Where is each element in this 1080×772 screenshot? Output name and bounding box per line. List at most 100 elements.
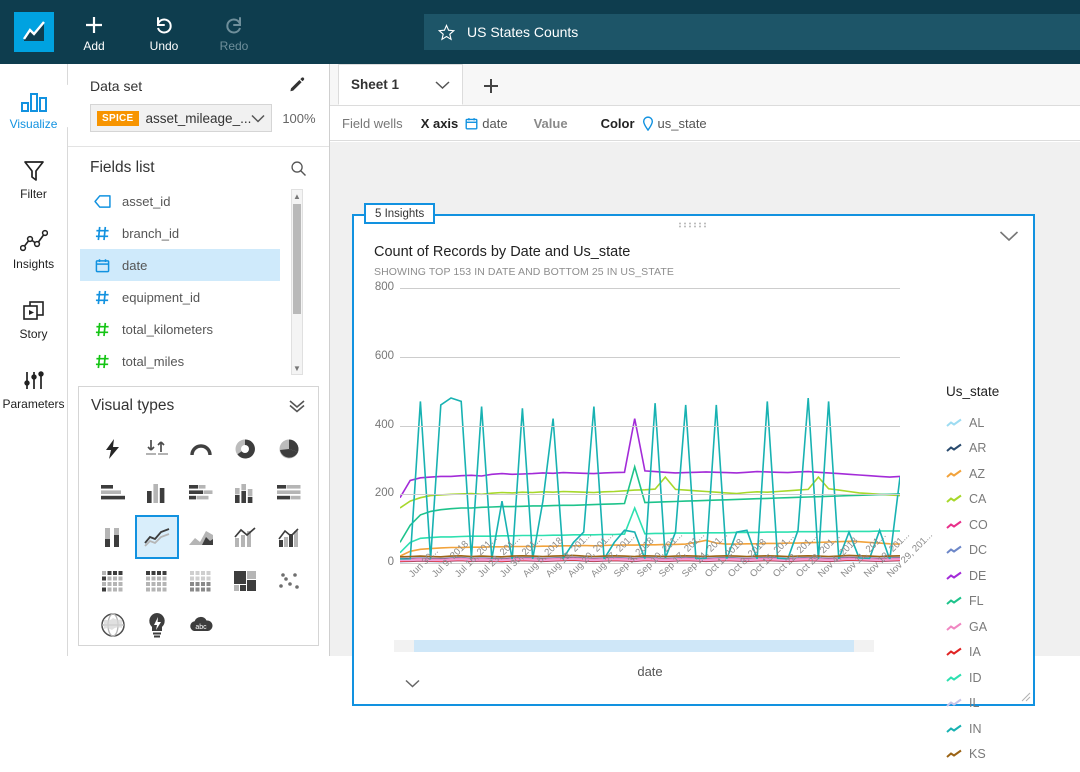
visual-type-pivot-table[interactable] [135, 559, 179, 603]
visual-type-donut[interactable] [223, 427, 267, 471]
dataset-spice-percent: 100% [282, 111, 315, 126]
dataset-select[interactable]: SPICE asset_mileage_... [90, 104, 272, 132]
visual-type-combo-bar-line[interactable] [223, 515, 267, 559]
drag-grip-icon[interactable] [678, 222, 710, 228]
legend-swatch-icon [946, 673, 962, 683]
sidebar-item-parameters[interactable]: Parameters [0, 356, 67, 418]
quicksight-logo-icon[interactable] [14, 12, 54, 52]
visual-type-kpi[interactable] [135, 427, 179, 471]
visual-type-vertical-bar[interactable] [135, 471, 179, 515]
field-well-color[interactable]: Color us_state [601, 116, 707, 131]
analysis-title-bar[interactable]: US States Counts Autos [424, 14, 1080, 50]
chevron-double-down-icon[interactable] [288, 399, 306, 413]
legend-item-al[interactable]: AL [946, 410, 1036, 436]
insights-badge[interactable]: 5 Insights [364, 203, 435, 224]
legend-item-id[interactable]: ID [946, 665, 1036, 691]
field-well-x-axis[interactable]: X axis date [421, 116, 508, 131]
legend-item-ky[interactable]: KY [946, 767, 1036, 772]
sidebar-item-insights[interactable]: Insights [0, 216, 67, 278]
visual-type-scatter-plot[interactable] [267, 559, 311, 603]
field-well-value-label: Value [534, 116, 568, 131]
sidebar-item-visualize-label: Visualize [10, 117, 58, 131]
field-well-value[interactable]: Value [534, 116, 575, 131]
chart-legend[interactable]: Us_state ALARAZCACODCDEFLGAIAIDILINKSKY [946, 384, 1036, 772]
field-row[interactable]: total_miles [80, 345, 280, 377]
legend-swatch-icon [946, 698, 962, 708]
star-icon[interactable] [438, 24, 455, 41]
field-row[interactable]: branch_id [80, 217, 280, 249]
gridline [400, 494, 900, 495]
main-area: Sheet 1 Field wells X axis date Value Co… [330, 64, 1080, 656]
scroll-up-icon[interactable]: ▲ [292, 190, 302, 202]
field-row[interactable]: total_kilometers [80, 313, 280, 345]
visual-subtitle: SHOWING TOP 153 IN DATE AND BOTTOM 25 IN… [374, 266, 674, 278]
legend-item-az[interactable]: AZ [946, 461, 1036, 487]
visual-type-combo-stacked[interactable] [267, 515, 311, 559]
visual-type-horizontal-stacked-100-bar[interactable] [267, 471, 311, 515]
visual-type-horizontal-stacked-bar[interactable] [179, 471, 223, 515]
visual-type-area-chart[interactable] [179, 515, 223, 559]
top-toolbar: Add Undo Redo US States Counts Autos [0, 0, 1080, 64]
sidebar-item-filter[interactable]: Filter [0, 146, 67, 208]
chevron-down-icon [251, 114, 265, 123]
legend-label: CO [969, 518, 988, 532]
visual-type-vertical-stacked-bar[interactable] [223, 471, 267, 515]
add-sheet-button[interactable] [481, 76, 501, 96]
x-axis-field-label: date [637, 664, 662, 679]
chevron-down-icon[interactable] [435, 80, 450, 90]
field-name: total_kilometers [122, 322, 213, 337]
legend-item-ga[interactable]: GA [946, 614, 1036, 640]
visual-menu-chevron-down-icon[interactable] [999, 230, 1019, 242]
visual-type-heatmap[interactable] [91, 559, 135, 603]
plot-area[interactable]: 0200400600800 [400, 288, 900, 563]
hash-icon [90, 354, 114, 369]
legend-swatch-icon [946, 469, 962, 479]
visual-type-line-chart[interactable] [135, 515, 179, 559]
visual-type-horizontal-bar[interactable] [91, 471, 135, 515]
redo-button[interactable]: Redo [204, 12, 264, 53]
legend-item-in[interactable]: IN [946, 716, 1036, 742]
x-axis-field-button[interactable]: date [400, 664, 900, 688]
field-row[interactable]: asset_id [80, 185, 280, 217]
legend-item-ar[interactable]: AR [946, 436, 1036, 462]
calendar-icon [465, 117, 478, 130]
tab-sheet-1[interactable]: Sheet 1 [338, 64, 463, 105]
chart-horizontal-scrollbar[interactable] [394, 640, 874, 652]
legend-item-ks[interactable]: KS [946, 742, 1036, 768]
visual-type-gauge[interactable] [179, 427, 223, 471]
resize-handle-icon[interactable] [1021, 692, 1031, 702]
search-icon[interactable] [290, 160, 307, 177]
fields-list-scrollbar[interactable]: ▲ ▼ [291, 189, 303, 375]
visual-type-geospatial-map[interactable] [91, 603, 135, 647]
undo-button-label: Undo [150, 39, 179, 53]
visual-type-autograph[interactable] [91, 427, 135, 471]
dataset-section: Data set SPICE asset_mileage_... 100% [68, 64, 329, 140]
legend-item-fl[interactable]: FL [946, 589, 1036, 615]
visual-container[interactable]: Count of Records by Date and Us_state SH… [352, 214, 1035, 706]
visual-type-word-cloud[interactable]: abc [179, 603, 223, 647]
visual-type-vertical-stacked-100-bar[interactable] [91, 515, 135, 559]
legend-item-ca[interactable]: CA [946, 487, 1036, 513]
scrollbar-thumb[interactable] [414, 640, 854, 652]
fields-list[interactable]: asset_id branch_id date equipment_id [68, 185, 329, 381]
visual-type-pie[interactable] [267, 427, 311, 471]
legend-item-dc[interactable]: DC [946, 538, 1036, 564]
sidebar-item-story[interactable]: Story [0, 286, 67, 348]
legend-item-de[interactable]: DE [946, 563, 1036, 589]
pencil-icon[interactable] [289, 76, 305, 92]
legend-item-co[interactable]: CO [946, 512, 1036, 538]
field-row[interactable]: equipment_id [80, 281, 280, 313]
field-row-date[interactable]: date [80, 249, 280, 281]
dataset-row: SPICE asset_mileage_... 100% [90, 104, 315, 132]
visual-type-insight[interactable] [135, 603, 179, 647]
visual-type-treemap[interactable] [223, 559, 267, 603]
sidebar-item-visualize[interactable]: Visualize [0, 76, 67, 138]
scrollbar-thumb[interactable] [293, 204, 301, 314]
undo-button[interactable]: Undo [134, 12, 194, 53]
chevron-down-icon [400, 679, 900, 688]
visual-types-grid[interactable]: abc [79, 421, 318, 647]
legend-item-ia[interactable]: IA [946, 640, 1036, 666]
scroll-down-icon[interactable]: ▼ [292, 362, 302, 374]
visual-type-table[interactable] [179, 559, 223, 603]
add-button[interactable]: Add [64, 12, 124, 53]
